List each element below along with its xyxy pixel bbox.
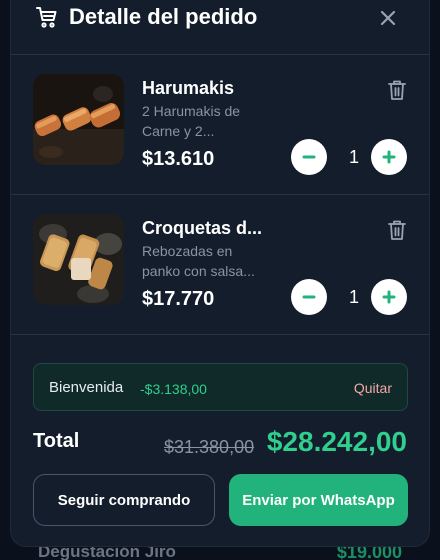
promo-code-banner: Bienvenida -$3.138,00 Quitar [33,363,408,411]
cart-icon [35,5,59,29]
plus-icon [382,290,396,304]
item-image-harumakis [33,74,124,165]
minus-icon [302,295,316,299]
original-total: $31.380,00 [164,437,255,457]
quantity-value: 1 [348,147,359,167]
cart-item: Croquetas d... Rebozadas en panko con sa… [11,195,429,335]
trash-icon[interactable] [387,79,407,101]
decrease-quantity-button[interactable] [291,139,327,175]
item-description: 2 Harumakis de Carne y 2... [142,103,241,139]
item-name: Croquetas d... [142,218,263,238]
cart-item: Harumakis 2 Harumakis de Carne y 2... $1… [11,55,429,195]
final-total: $28.242,00 [266,426,407,457]
increase-quantity-button[interactable] [371,139,407,175]
order-detail-modal: Detalle del pedido Harumakis 2 Harumakis… [10,0,430,547]
total-label: Total [33,430,80,452]
decrease-quantity-button[interactable] [291,279,327,315]
remove-promo-button[interactable]: Quitar [354,380,392,396]
item-price: $17.770 [142,288,215,310]
promo-discount-amount: -$3.138,00 [140,381,207,397]
minus-icon [302,155,316,159]
trash-icon[interactable] [387,219,407,241]
send-whatsapp-button[interactable]: Enviar por WhatsApp [229,474,408,526]
modal-title: Detalle del pedido [69,4,258,29]
plus-icon [382,150,396,164]
promo-code-name: Bienvenida [49,379,124,396]
quantity-value: 1 [348,287,359,307]
continue-shopping-button[interactable]: Seguir comprando [33,474,215,526]
modal-header: Detalle del pedido [11,1,429,55]
close-icon[interactable] [379,9,397,27]
item-price: $13.610 [142,148,215,170]
increase-quantity-button[interactable] [371,279,407,315]
item-description: Rebozadas en panko con salsa... [142,243,255,279]
item-name: Harumakis [142,78,235,98]
item-image-croquetas [33,214,124,305]
